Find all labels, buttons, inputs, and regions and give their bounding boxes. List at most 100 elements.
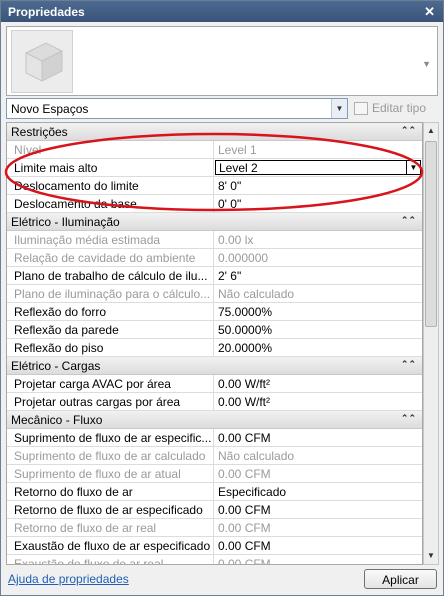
property-name: Suprimento de fluxo de ar especific...	[7, 429, 214, 446]
group-header[interactable]: Mecânico - Fluxo ⌃⌃	[7, 411, 422, 429]
property-name: Reflexão da parede	[7, 321, 214, 338]
property-row[interactable]: Deslocamento do limite 8' 0"	[7, 177, 422, 195]
property-row[interactable]: Exaustão de fluxo de ar especificado 0.0…	[7, 537, 422, 555]
edit-type-icon	[354, 102, 368, 115]
property-name: Plano de iluminação para o cálculo...	[7, 285, 214, 302]
property-name: Suprimento de fluxo de ar calculado	[7, 447, 214, 464]
property-row[interactable]: Reflexão do forro 75.0000%	[7, 303, 422, 321]
properties-palette: Propriedades ✕ ▼ Novo Espaços ▼ Editar t…	[0, 0, 444, 596]
property-value[interactable]: 50.0000%	[214, 321, 422, 338]
property-value: Não calculado	[218, 449, 295, 463]
property-row: Plano de iluminação para o cálculo... Nã…	[7, 285, 422, 303]
property-row: Suprimento de fluxo de ar calculado Não …	[7, 447, 422, 465]
scrollbar-thumb[interactable]	[425, 141, 437, 327]
property-value[interactable]: 0.00 CFM	[214, 537, 422, 554]
group-title: Elétrico - Cargas	[11, 359, 101, 373]
property-value: 0.00 lx	[218, 233, 254, 247]
property-name: Plano de trabalho de cálculo de ilu...	[7, 267, 214, 284]
type-preview: ▼	[6, 26, 438, 96]
property-row[interactable]: Limite mais alto Level 2 ▼	[7, 159, 422, 177]
property-row: Retorno de fluxo de ar real 0.00 CFM	[7, 519, 422, 537]
property-value[interactable]: 75.0000%	[214, 303, 422, 320]
property-value: 0.00 CFM	[218, 521, 271, 535]
property-row: Iluminação média estimada 0.00 lx	[7, 231, 422, 249]
property-row[interactable]: Retorno de fluxo de ar especificado 0.00…	[7, 501, 422, 519]
collapse-icon[interactable]: ⌃⌃	[401, 413, 416, 424]
window-title: Propriedades	[8, 5, 85, 19]
property-row[interactable]: Projetar carga AVAC por área 0.00 W/ft²	[7, 375, 422, 393]
space-thumbnail-icon	[24, 42, 64, 82]
property-name: Retorno de fluxo de ar especificado	[7, 501, 214, 518]
type-bar: Novo Espaços ▼ Editar tipo	[6, 98, 438, 119]
property-value: 0.00 CFM	[218, 557, 271, 565]
property-row[interactable]: Plano de trabalho de cálculo de ilu... 2…	[7, 267, 422, 285]
property-value[interactable]: 2' 6"	[214, 267, 422, 284]
property-value[interactable]: 0.00 CFM	[214, 429, 422, 446]
property-name: Deslocamento da base	[7, 195, 214, 212]
property-value[interactable]: Level 2 ▼	[214, 159, 422, 176]
property-row[interactable]: Projetar outras cargas por área 0.00 W/f…	[7, 393, 422, 411]
type-selector-value: Novo Espaços	[11, 102, 89, 116]
top-limit-dropdown[interactable]: Level 2 ▼	[215, 160, 421, 175]
property-value: Level 1	[218, 143, 257, 157]
collapse-icon[interactable]: ⌃⌃	[401, 215, 416, 226]
property-name: Suprimento de fluxo de ar atual	[7, 465, 214, 482]
property-value[interactable]: 0' 0"	[214, 195, 422, 212]
property-name: Limite mais alto	[7, 159, 214, 176]
group-title: Mecânico - Fluxo	[11, 413, 103, 427]
group-header[interactable]: Elétrico - Cargas ⌃⌃	[7, 357, 422, 375]
chevron-down-icon[interactable]: ▼	[406, 161, 420, 174]
group-header[interactable]: Elétrico - Iluminação ⌃⌃	[7, 213, 422, 231]
property-value: 0.00 CFM	[218, 467, 271, 481]
scroll-down-icon[interactable]: ▼	[424, 548, 438, 564]
property-name: Reflexão do forro	[7, 303, 214, 320]
property-name: Exaustão de fluxo de ar especificado	[7, 537, 214, 554]
property-row[interactable]: Deslocamento da base 0' 0"	[7, 195, 422, 213]
property-name: Deslocamento do limite	[7, 177, 214, 194]
property-value[interactable]: 8' 0"	[214, 177, 422, 194]
property-row[interactable]: Reflexão do piso 20.0000%	[7, 339, 422, 357]
property-row: Exaustão de fluxo de ar real 0.00 CFM	[7, 555, 422, 565]
property-name: Retorno do fluxo de ar	[7, 483, 214, 500]
property-value[interactable]: 20.0000%	[214, 339, 422, 356]
chevron-down-icon[interactable]: ▼	[331, 99, 347, 118]
vertical-scrollbar[interactable]: ▲ ▼	[423, 122, 439, 565]
group-title: Elétrico - Iluminação	[11, 215, 120, 229]
property-name: Projetar outras cargas por área	[7, 393, 214, 410]
property-row: Suprimento de fluxo de ar atual 0.00 CFM	[7, 465, 422, 483]
property-value[interactable]: Especificado	[214, 483, 422, 500]
property-row[interactable]: Reflexão da parede 50.0000%	[7, 321, 422, 339]
property-name: Retorno de fluxo de ar real	[7, 519, 214, 536]
property-value: Não calculado	[218, 287, 295, 301]
edit-type-button[interactable]: Editar tipo	[352, 98, 438, 119]
property-name: Iluminação média estimada	[7, 231, 214, 248]
edit-type-label: Editar tipo	[372, 101, 427, 115]
property-row: Relação de cavidade do ambiente 0.000000	[7, 249, 422, 267]
property-name: Projetar carga AVAC por área	[7, 375, 214, 392]
chevron-down-icon[interactable]: ▼	[422, 59, 431, 69]
scroll-up-icon[interactable]: ▲	[424, 123, 438, 139]
property-name: Exaustão de fluxo de ar real	[7, 555, 214, 564]
property-value[interactable]: 0.00 W/ft²	[214, 393, 422, 410]
property-row[interactable]: Retorno do fluxo de ar Especificado	[7, 483, 422, 501]
property-row: Nível Level 1	[7, 141, 422, 159]
property-value: 0.000000	[218, 251, 269, 265]
properties-grid: Restrições ⌃⌃ Nível Level 1 Limite mais …	[6, 122, 423, 565]
close-icon[interactable]: ✕	[424, 4, 435, 20]
property-value[interactable]: 0.00 W/ft²	[214, 375, 422, 392]
apply-button[interactable]: Aplicar	[364, 569, 437, 589]
dropdown-value: Level 2	[219, 161, 258, 175]
property-row[interactable]: Suprimento de fluxo de ar especific... 0…	[7, 429, 422, 447]
properties-help-link[interactable]: Ajuda de propriedades	[8, 572, 129, 586]
title-bar: Propriedades ✕	[1, 1, 443, 22]
type-thumbnail	[11, 30, 73, 93]
property-name: Relação de cavidade do ambiente	[7, 249, 214, 266]
property-name: Nível	[7, 141, 214, 158]
group-title: Restrições	[11, 125, 68, 139]
type-selector[interactable]: Novo Espaços ▼	[6, 98, 348, 119]
group-header[interactable]: Restrições ⌃⌃	[7, 123, 422, 141]
property-value[interactable]: 0.00 CFM	[214, 501, 422, 518]
collapse-icon[interactable]: ⌃⌃	[401, 359, 416, 370]
property-name: Reflexão do piso	[7, 339, 214, 356]
collapse-icon[interactable]: ⌃⌃	[401, 125, 416, 136]
